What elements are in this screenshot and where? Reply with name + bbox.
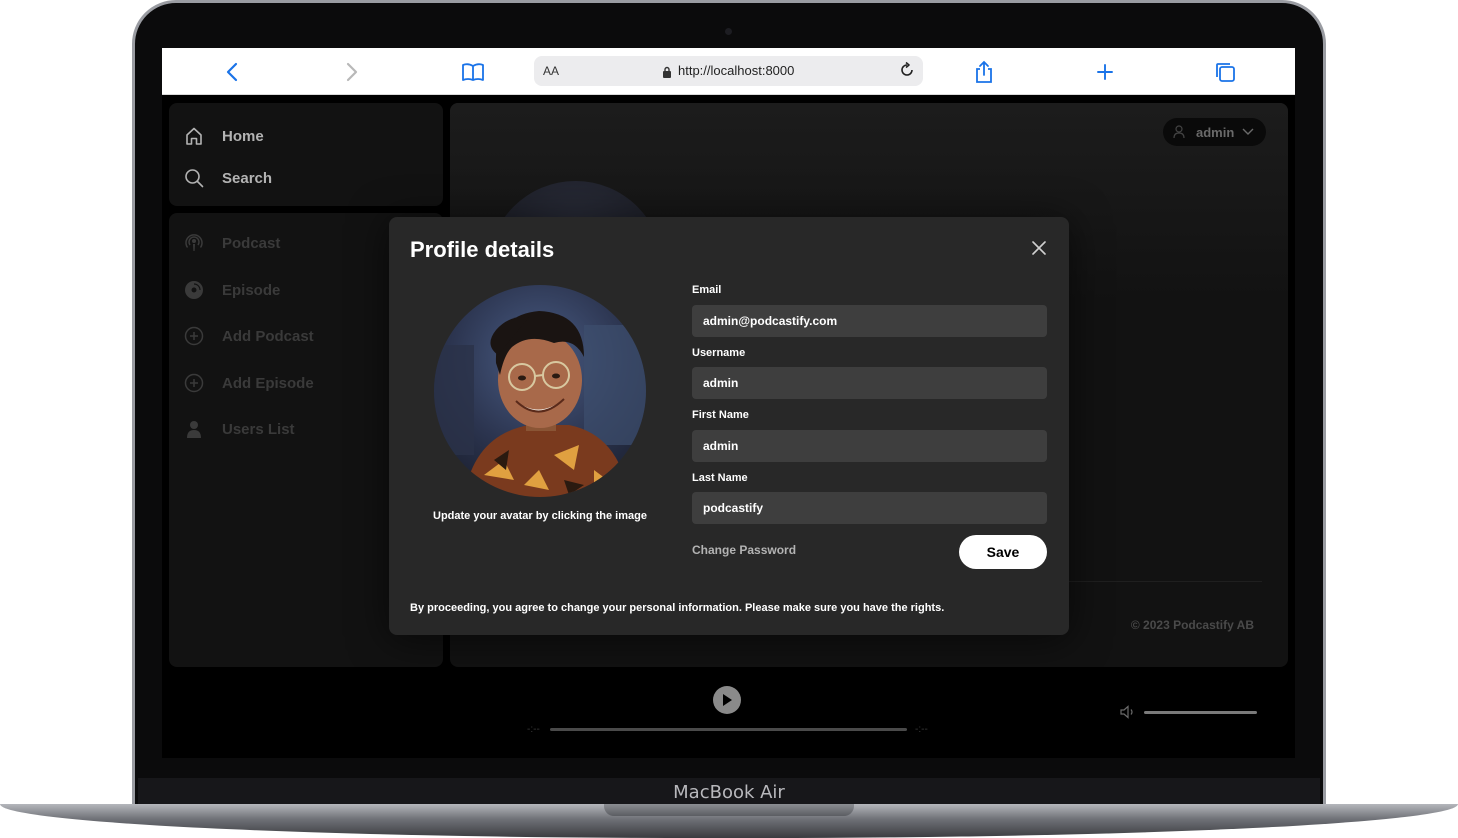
play-button[interactable] (713, 686, 741, 714)
first-name-label: First Name (692, 409, 749, 421)
elapsed-time: -:-- (527, 724, 540, 735)
plus-circle-icon (183, 372, 205, 394)
device-label: MacBook Air (673, 782, 785, 803)
avatar-image[interactable] (434, 285, 646, 497)
sidebar-nav (169, 103, 443, 206)
modal-title: Profile details (410, 237, 555, 262)
lock-icon (662, 65, 672, 83)
sidebar-item-search[interactable]: Search (183, 167, 272, 189)
sidebar-item-home[interactable]: Home (183, 125, 264, 147)
username-label: Username (692, 347, 746, 359)
sidebar-item-add-episode[interactable]: Add Episode (183, 372, 314, 394)
profile-details-modal: Profile details Update your avatar by cl… (389, 217, 1069, 635)
sidebar-item-label: Add Episode (222, 374, 314, 392)
change-password-link[interactable]: Change Password (692, 543, 796, 557)
username-label: admin (1196, 124, 1235, 140)
plus-circle-icon (183, 325, 205, 347)
sidebar-item-label: Search (222, 169, 273, 187)
sidebar-item-label: Episode (222, 281, 281, 299)
last-name-label: Last Name (692, 472, 748, 484)
total-time: -:-- (915, 724, 928, 735)
email-label: Email (692, 284, 722, 296)
reload-icon[interactable] (898, 61, 916, 84)
tabs-overview-icon[interactable] (1213, 60, 1237, 84)
home-icon (183, 125, 205, 147)
user-menu-button[interactable]: admin (1163, 118, 1266, 146)
sidebar-item-label: Podcast (222, 234, 281, 252)
laptop-notch (604, 804, 854, 816)
sidebar-item-add-podcast[interactable]: Add Podcast (183, 325, 314, 347)
sidebar-item-episode[interactable]: Episode (183, 279, 280, 301)
forward-icon[interactable] (340, 60, 364, 84)
user-icon (183, 418, 205, 440)
sidebar-item-users-list[interactable]: Users List (183, 418, 295, 440)
copyright-text: © 2023 Podcastify AB (1130, 618, 1254, 632)
back-icon[interactable] (220, 60, 244, 84)
sidebar-item-label: Users List (222, 420, 295, 438)
disc-icon (183, 279, 205, 301)
new-tab-icon[interactable] (1093, 60, 1117, 84)
first-name-field[interactable] (692, 430, 1047, 462)
address-bar[interactable]: AA http://localhost:8000 (534, 56, 923, 86)
close-icon[interactable] (1029, 238, 1049, 258)
search-icon (183, 167, 205, 189)
volume-slider[interactable] (1144, 711, 1257, 714)
save-button[interactable]: Save (959, 535, 1047, 569)
url-text[interactable]: http://localhost:8000 (678, 63, 794, 78)
volume-icon[interactable] (1120, 705, 1136, 724)
chevron-down-icon (1242, 128, 1254, 136)
sidebar-item-label: Add Podcast (222, 327, 314, 345)
reader-button[interactable]: AA (543, 64, 559, 78)
bookmarks-icon[interactable] (461, 60, 485, 84)
camera (725, 28, 732, 35)
sidebar-item-podcast[interactable]: Podcast (183, 232, 280, 254)
playback-progress-bar[interactable] (550, 728, 907, 731)
share-icon[interactable] (972, 60, 996, 84)
avatar-caption: Update your avatar by clicking the image (433, 510, 647, 522)
podcast-icon (183, 232, 205, 254)
play-icon (723, 694, 732, 706)
email-field[interactable] (692, 305, 1047, 337)
browser-toolbar: AA http://localhost:8000 (162, 48, 1295, 95)
sidebar-item-label: Home (222, 127, 264, 145)
user-icon (1173, 125, 1185, 144)
username-field[interactable] (692, 367, 1047, 399)
last-name-field[interactable] (692, 492, 1047, 524)
screen: AA http://localhost:8000 Home Search Pod… (162, 48, 1295, 758)
disclaimer-text: By proceeding, you agree to change your … (410, 602, 945, 614)
